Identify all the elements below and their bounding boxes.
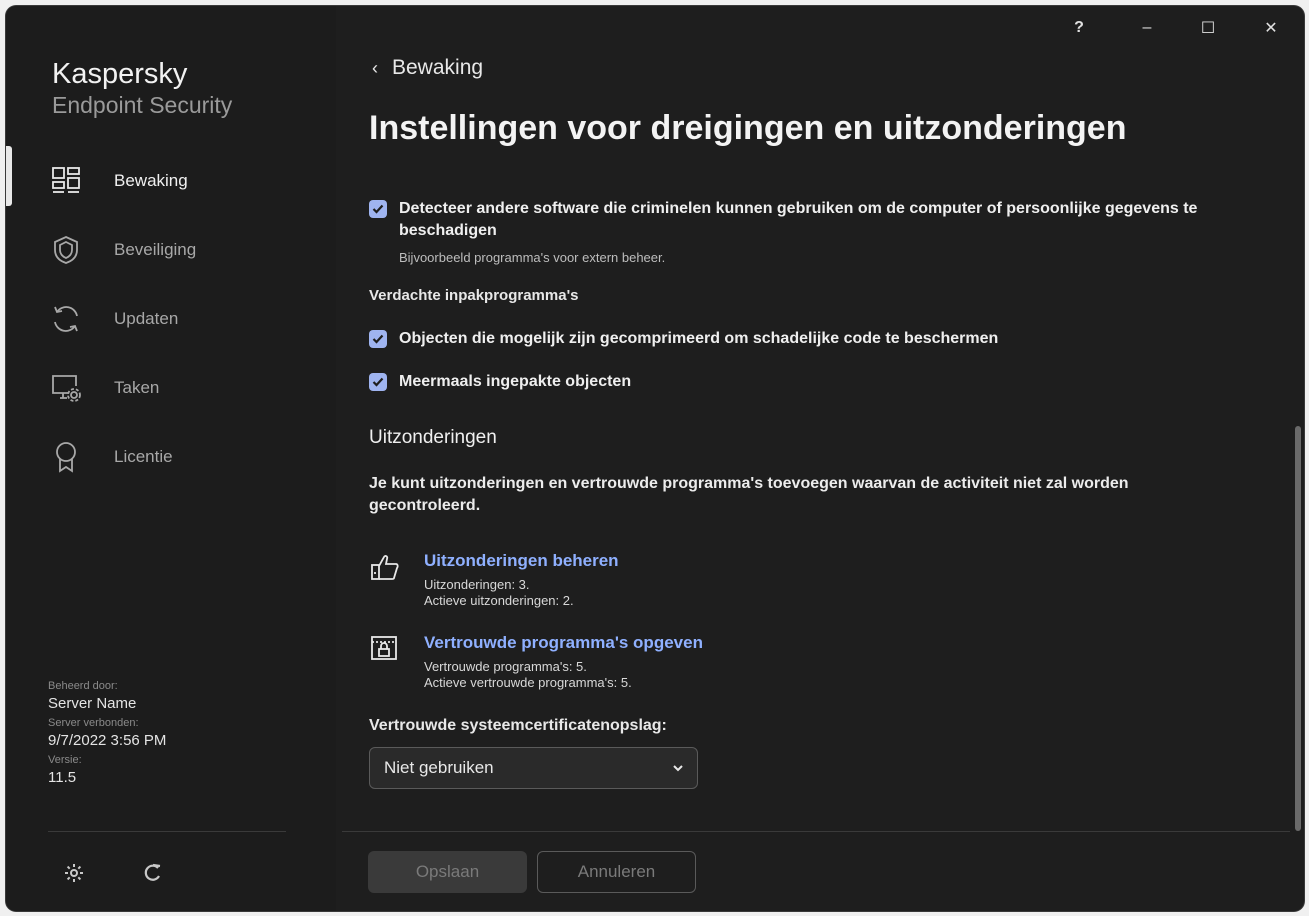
managed-by-label: Beheerd door: xyxy=(48,680,118,692)
cert-store-select[interactable]: Niet gebruiken xyxy=(369,747,698,789)
support-button[interactable] xyxy=(140,862,166,888)
packed-objects-option: Objecten die mogelijk zijn gecomprimeerd… xyxy=(369,328,1249,350)
trusted-apps-block: Vertrouwde programma's opgeven Vertrouwd… xyxy=(369,633,1249,691)
sidebar-item-updaten[interactable]: Updaten xyxy=(6,284,336,353)
checkmark-icon xyxy=(372,334,384,344)
scrollbar[interactable] xyxy=(1295,426,1301,831)
sidebar-item-taken[interactable]: Taken xyxy=(6,353,336,422)
sidebar-divider xyxy=(48,831,286,832)
version-label: Versie: xyxy=(48,754,82,766)
back-label: Bewaking xyxy=(392,56,484,79)
trusted-apps-count: Vertrouwde programma's: 5. xyxy=(424,659,587,674)
checkmark-icon xyxy=(372,377,384,387)
page-title: Instellingen voor dreigingen en uitzonde… xyxy=(369,109,1127,147)
managed-by-value: Server Name xyxy=(48,695,137,712)
gear-icon xyxy=(64,863,84,888)
server-connected-value: 9/7/2022 3:56 PM xyxy=(48,732,167,749)
sidebar-item-label: Taken xyxy=(114,377,160,397)
packed-objects-label: Objecten die mogelijk zijn gecomprimeerd… xyxy=(399,330,999,347)
shield-icon xyxy=(50,234,82,266)
packers-section-label: Verdachte inpakprogramma's xyxy=(369,287,579,304)
product-name: Endpoint Security xyxy=(52,92,233,118)
settings-content: Detecteer andere software die criminelen… xyxy=(369,198,1249,789)
active-trusted-apps-count: Actieve vertrouwde programma's: 5. xyxy=(424,675,632,690)
detect-other-software-label: Detecteer andere software die criminelen… xyxy=(399,200,1198,239)
sidebar-nav: Bewaking Beveiliging Updaten Taken Licen… xyxy=(6,146,336,491)
brand: Kaspersky Endpoint Security xyxy=(52,58,232,120)
multipacked-checkbox[interactable] xyxy=(369,373,387,391)
exclusions-count: Uitzonderingen: 3. xyxy=(424,577,530,592)
exclusions-description: Je kunt uitzonderingen en vertrouwde pro… xyxy=(369,475,1129,514)
checkmark-icon xyxy=(372,204,384,214)
award-icon xyxy=(50,441,82,473)
manage-exclusions-block: Uitzonderingen beheren Uitzonderingen: 3… xyxy=(369,551,1249,609)
save-button[interactable]: Opslaan xyxy=(368,851,527,893)
packed-objects-checkbox[interactable] xyxy=(369,330,387,348)
dashboard-icon xyxy=(50,165,82,197)
exclusions-heading: Uitzonderingen xyxy=(369,427,497,448)
chevron-down-icon xyxy=(673,761,683,775)
multipacked-label: Meermaals ingepakte objecten xyxy=(399,373,632,390)
version-value: 11.5 xyxy=(48,769,77,786)
sidebar-item-bewaking[interactable]: Bewaking xyxy=(6,146,336,215)
app-window: Kaspersky Endpoint Security Bewaking Bev… xyxy=(6,6,1304,911)
back-link[interactable]: ‹ Bewaking xyxy=(372,56,483,80)
sidebar-item-label: Beveiliging xyxy=(114,239,197,259)
detect-other-software-option: Detecteer andere software die criminelen… xyxy=(369,198,1249,242)
main-panel: ‹ Bewaking Instellingen voor dreigingen … xyxy=(336,6,1304,911)
chevron-left-icon: ‹ xyxy=(372,57,378,78)
sidebar-item-beveiliging[interactable]: Beveiliging xyxy=(6,215,336,284)
multipacked-option: Meermaals ingepakte objecten xyxy=(369,371,1249,393)
settings-button[interactable] xyxy=(61,862,87,888)
window-lock-icon xyxy=(369,633,401,665)
active-exclusions-count: Actieve uitzonderingen: 2. xyxy=(424,593,574,608)
detect-other-software-hint: Bijvoorbeeld programma's voor extern beh… xyxy=(399,250,666,265)
manage-exclusions-link[interactable]: Uitzonderingen beheren xyxy=(424,551,1249,571)
thumbs-up-icon xyxy=(369,551,401,583)
detect-other-software-checkbox[interactable] xyxy=(369,200,387,218)
server-connected-label: Server verbonden: xyxy=(48,717,139,729)
support-icon xyxy=(143,863,163,888)
refresh-icon xyxy=(50,303,82,335)
cert-store-label: Vertrouwde systeemcertificatenopslag: xyxy=(369,717,667,734)
monitor-gear-icon xyxy=(50,372,82,404)
sidebar-item-licentie[interactable]: Licentie xyxy=(6,422,336,491)
trusted-apps-link[interactable]: Vertrouwde programma's opgeven xyxy=(424,633,1249,653)
sidebar: Kaspersky Endpoint Security Bewaking Bev… xyxy=(6,6,336,911)
footer-divider xyxy=(342,831,1290,832)
brand-name: Kaspersky xyxy=(52,58,188,90)
sidebar-item-label: Licentie xyxy=(114,446,173,466)
management-info: Beheerd door: Server Name Server verbond… xyxy=(48,678,166,789)
cancel-button[interactable]: Annuleren xyxy=(537,851,696,893)
sidebar-item-label: Updaten xyxy=(114,308,179,328)
sidebar-item-label: Bewaking xyxy=(114,170,188,190)
cert-store-value: Niet gebruiken xyxy=(384,758,494,777)
